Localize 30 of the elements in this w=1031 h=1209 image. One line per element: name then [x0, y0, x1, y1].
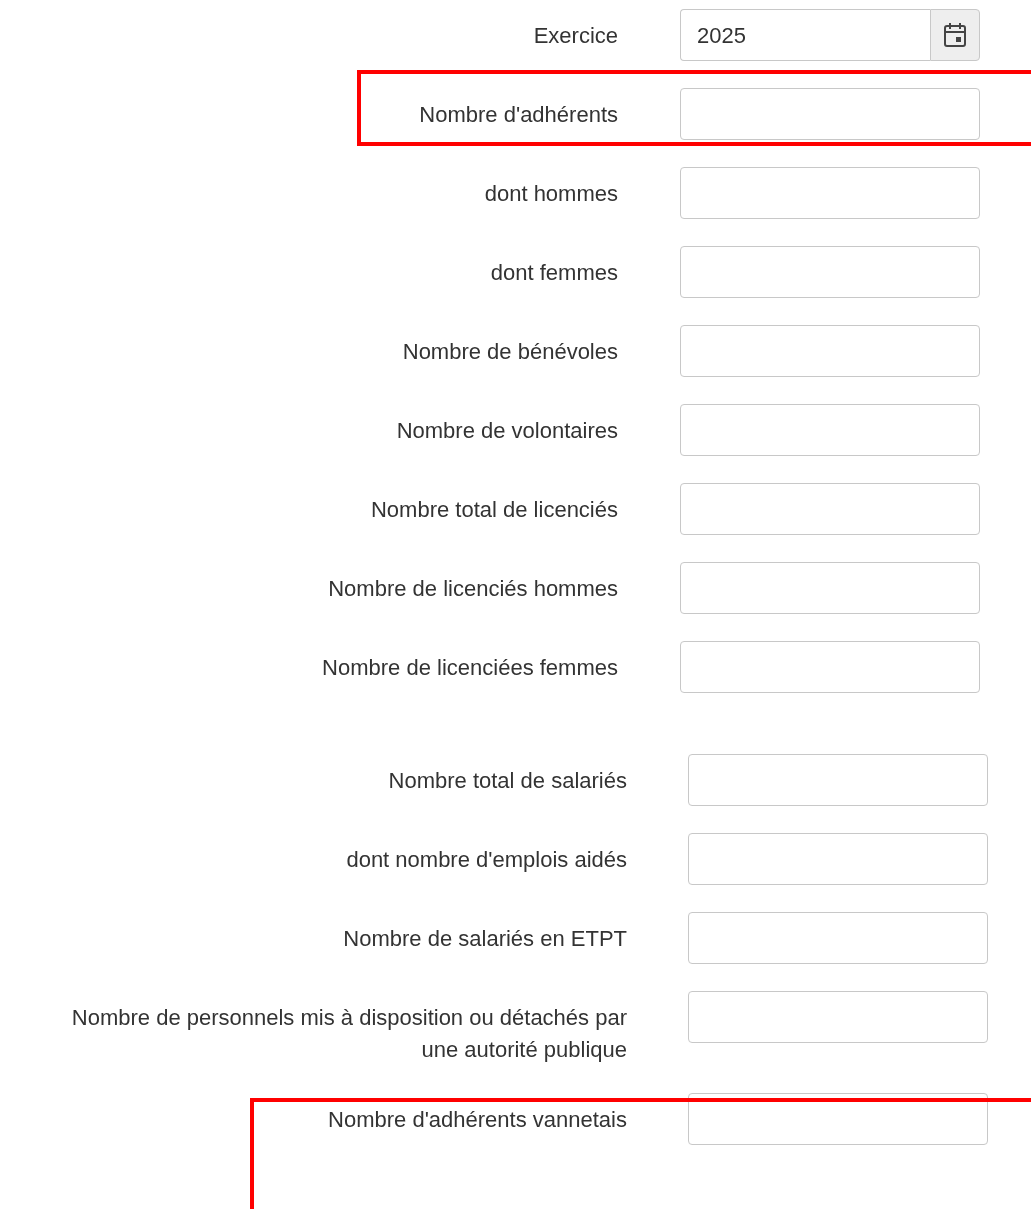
- input-field[interactable]: [680, 404, 980, 456]
- input-field[interactable]: [680, 562, 980, 614]
- field-label: dont femmes: [490, 259, 618, 287]
- field-label: dont hommes: [484, 180, 618, 208]
- input-field[interactable]: [688, 912, 988, 964]
- calendar-icon: [943, 22, 967, 48]
- input-field[interactable]: [688, 754, 988, 806]
- field-label: Nombre d'adhérents: [419, 101, 618, 129]
- field-label: Nombre de licenciés hommes: [328, 575, 618, 603]
- input-field[interactable]: [688, 991, 988, 1043]
- input-field[interactable]: [680, 641, 980, 693]
- input-field[interactable]: [688, 833, 988, 885]
- input-field[interactable]: [680, 167, 980, 219]
- input-field[interactable]: [680, 88, 980, 140]
- field-label: Nombre de bénévoles: [402, 338, 618, 366]
- input-field[interactable]: [680, 325, 980, 377]
- field-label: Exercice: [533, 22, 618, 50]
- field-label: Nombre d'adhérents vannetais: [328, 1106, 627, 1134]
- field-label: Nombre total de salariés: [388, 767, 627, 795]
- input-field[interactable]: [680, 483, 980, 535]
- field-label: Nombre de salariés en ETPT: [343, 925, 627, 953]
- field-label: dont nombre d'emplois aidés: [346, 846, 627, 874]
- input-field[interactable]: [680, 246, 980, 298]
- input-field[interactable]: [688, 1093, 988, 1145]
- year-field[interactable]: 2025: [680, 9, 930, 61]
- field-label: Nombre de personnels mis à disposition ou détachés par une autorité publique: [70, 1004, 627, 1064]
- field-label: Nombre de licenciées femmes: [322, 654, 618, 682]
- field-label: Nombre de volontaires: [396, 417, 618, 445]
- field-label: Nombre total de licenciés: [371, 496, 618, 524]
- calendar-button[interactable]: [930, 9, 980, 61]
